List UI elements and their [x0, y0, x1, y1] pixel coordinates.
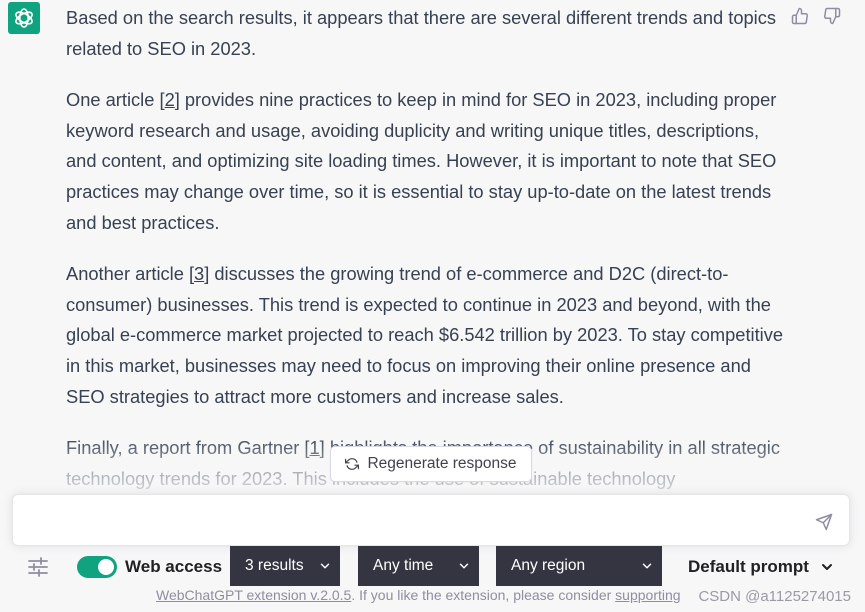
- chevron-down-icon: [642, 563, 652, 569]
- region-select-value: Any region: [511, 557, 586, 574]
- results-select[interactable]: 3 results: [230, 546, 340, 586]
- chevron-down-icon: [320, 563, 330, 569]
- assistant-message: Based on the search results, it appears …: [66, 3, 786, 515]
- paragraph-text: ] provides nine practices to keep in min…: [66, 89, 777, 233]
- chevron-down-icon: [821, 564, 832, 570]
- paragraph-text: ] discusses the growing trend of e-comme…: [66, 263, 784, 407]
- region-select[interactable]: Any region: [496, 546, 662, 586]
- paragraph-text: Finally, a report from Gartner [: [66, 437, 310, 459]
- settings-button[interactable]: [27, 556, 49, 578]
- toggle-knob: [98, 559, 114, 575]
- settings-sliders-icon: [28, 557, 48, 577]
- citation-link[interactable]: 2: [165, 89, 175, 110]
- web-access-toggle[interactable]: [77, 556, 117, 578]
- regenerate-button[interactable]: Regenerate response: [330, 446, 532, 482]
- regenerate-label: Regenerate response: [367, 455, 517, 472]
- message-paragraph: Based on the search results, it appears …: [66, 3, 786, 64]
- prompt-select-value: Default prompt: [688, 557, 809, 576]
- openai-logo-icon: [15, 8, 33, 28]
- message-paragraph: One article [2] provides nine practices …: [66, 85, 786, 238]
- footer-text: . If you like the extension, please cons…: [351, 587, 616, 603]
- thumbs-down-icon: [823, 7, 841, 25]
- send-button[interactable]: [813, 511, 835, 533]
- message-paragraph: Another article [3] discusses the growin…: [66, 259, 786, 412]
- citation-link[interactable]: 1: [310, 437, 320, 458]
- supporting-link[interactable]: supporting: [615, 587, 680, 603]
- web-access-label: Web access: [125, 557, 223, 576]
- extension-footer: WebChatGPT extension v.2.0.5. If you lik…: [156, 586, 681, 604]
- results-select-value: 3 results: [245, 557, 304, 574]
- paragraph-text: Another article [: [66, 263, 195, 285]
- thumbs-up-icon: [791, 7, 809, 25]
- chat-input[interactable]: [25, 507, 809, 537]
- watermark: CSDN @a1125274015: [698, 588, 851, 605]
- feedback-buttons: [790, 6, 842, 26]
- chat-input-container: [12, 494, 850, 546]
- send-icon: [815, 513, 833, 531]
- prompt-select[interactable]: Default prompt: [688, 556, 835, 578]
- webchatgpt-toolbar: Web access 3 results Any time Any region…: [0, 546, 865, 588]
- paragraph-text: One article [: [66, 89, 165, 111]
- thumbs-down-button[interactable]: [822, 6, 842, 26]
- citation-link[interactable]: 3: [194, 263, 204, 284]
- time-select[interactable]: Any time: [358, 546, 479, 586]
- refresh-icon: [345, 458, 360, 470]
- assistant-avatar: [8, 2, 40, 34]
- paragraph-text: Based on the search results, it appears …: [66, 7, 776, 59]
- extension-version-link[interactable]: WebChatGPT extension v.2.0.5: [156, 587, 351, 603]
- chevron-down-icon: [459, 563, 469, 569]
- thumbs-up-button[interactable]: [790, 6, 810, 26]
- time-select-value: Any time: [373, 557, 434, 574]
